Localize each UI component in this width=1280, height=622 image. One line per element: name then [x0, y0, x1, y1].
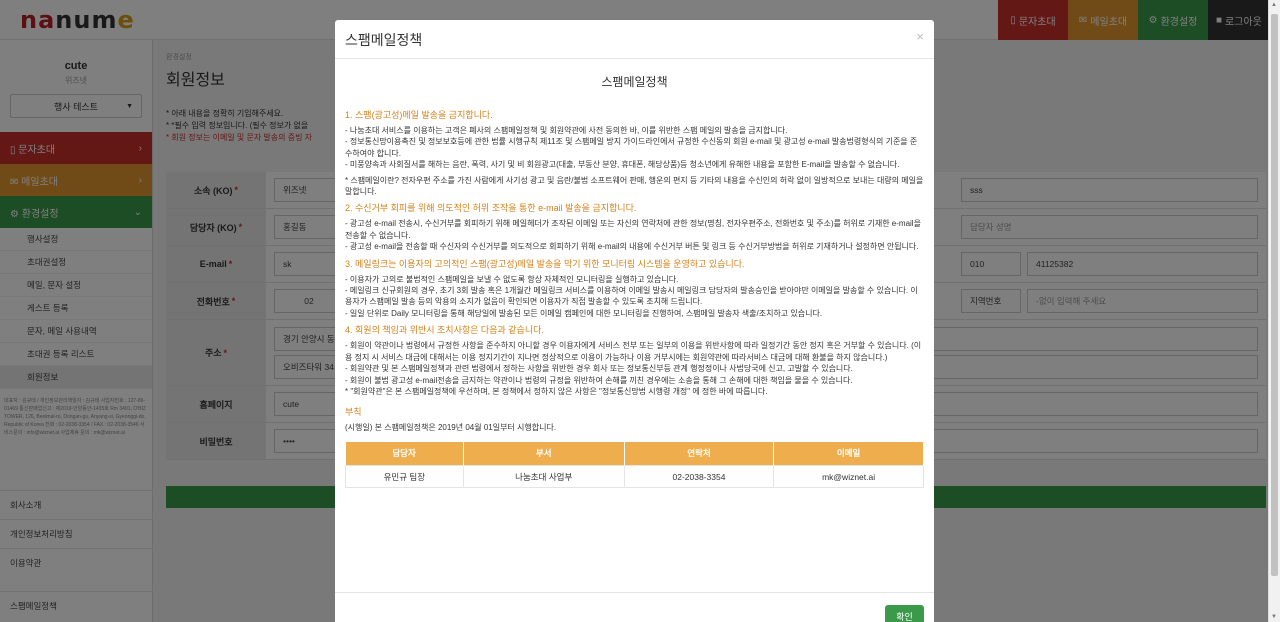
table-cell: 나눔초대 사업부 — [462, 465, 625, 489]
table-cell: mk@wiznet.ai — [773, 465, 924, 489]
table-row: 유민규 팀장 나눔초대 사업부 02-2038-3354 mk@wiznet.a… — [345, 465, 924, 489]
table-cell: 유민규 팀장 — [345, 465, 464, 489]
modal-title: 스팸메일정책 — [345, 32, 423, 48]
section-heading-1: 1. 스팸(광고성)메일 발송을 금지합니다. — [345, 110, 493, 120]
paragraph: - 광고성 e-mail 전송시, 수신거부를 회피하기 위해 메일헤더가 조작… — [345, 219, 921, 240]
paragraph: - 회원이 약관이나 법령에서 규정한 사항을 준수하지 아니할 경우 이용자에… — [345, 341, 922, 362]
paragraph: * "회원약관"은 본 스팸메일정책에 우선하며, 본 정책에서 정하지 않은 … — [345, 386, 768, 396]
section-heading-4: 4. 회원의 책임과 위반시 조치사항은 다음과 같습니다. — [345, 325, 544, 336]
paragraph: - 일일 단위로 Daily 모니터링을 통해 해당일에 발송된 모든 이메일 … — [345, 308, 823, 318]
scroll-up-icon[interactable]: ▲ — [1271, 2, 1277, 8]
column-header: 이메일 — [773, 441, 924, 466]
modal-body: 스팸메일정책 1. 스팸(광고성)메일 발송을 금지합니다. - 나눔초대 서비… — [335, 59, 934, 489]
paragraph: - 정보통신망이용촉진 및 정보보호등에 관한 법률 시행규칙 제11조 및 스… — [345, 137, 918, 158]
paragraph: - 이용자가 고의로 불법적인 스팸메일을 보낼 수 없도록 항상 자체적인 모… — [345, 274, 679, 284]
column-header: 부서 — [463, 441, 625, 466]
effective-date: (시행일) 본 스팸메일정책은 2019년 04월 01일부터 시행합니다. — [345, 423, 557, 433]
paragraph: - 회원약관 및 본 스팸메일정책과 관련 법령에서 정하는 사항을 위반한 경… — [345, 364, 853, 374]
contact-table: 담당자 부서 연락처 이메일 유민규 팀장 나눔초대 사업부 02-2038-3… — [345, 441, 924, 489]
document-title: 스팸메일정책 — [601, 75, 668, 89]
paragraph: * 스팸메일이란? 전자우편 주소를 가진 사람에게 사기성 광고 및 음란/불… — [345, 175, 924, 197]
close-icon[interactable]: × — [916, 29, 924, 44]
section-heading-2: 2. 수신거부 회피를 위해 의도적인 허위 조작을 통한 e-mail 발송을… — [345, 203, 637, 214]
column-header: 담당자 — [345, 441, 464, 466]
table-cell: 02-2038-3354 — [623, 465, 775, 489]
table-header-row: 담당자 부서 연락처 이메일 — [345, 441, 924, 466]
column-header: 연락처 — [624, 441, 775, 466]
appendix-heading: 부칙 — [345, 407, 362, 418]
paragraph: - 광고성 e-mail을 전송할 때 수신자의 수신거부를 의도적으로 회피하… — [345, 242, 919, 252]
modal-footer: 확인 — [335, 592, 934, 622]
scroll-down-icon[interactable]: ▼ — [1271, 614, 1277, 620]
paragraph: - 메일링크 신규회원의 경우, 초기 3회 발송 혹은 1개월간 메일링크 서… — [345, 286, 918, 307]
section-heading-3: 3. 메일링크는 이용자의 고의적인 스팸(광고성)메일 발송을 막기 위한 모… — [345, 258, 745, 269]
paragraph: - 나눔초대 서비스를 이용하는 고객은 폐사의 스팸메일정책 및 회원약관에 … — [345, 126, 788, 135]
page-scrollbar[interactable]: ▲ ▼ — [1268, 0, 1280, 622]
ok-button[interactable]: 확인 — [885, 605, 924, 622]
spam-policy-modal: 스팸메일정책 × 스팸메일정책 1. 스팸(광고성)메일 발송을 금지합니다. … — [335, 20, 934, 622]
modal-header: 스팸메일정책 × — [335, 20, 934, 59]
scrollbar-thumb[interactable] — [1271, 14, 1278, 576]
paragraph: - 미풍양속과 사회질서를 해하는 음란, 폭력, 사기 및 비 회원광고(대출… — [345, 160, 900, 170]
paragraph: - 회원이 불법 광고성 e-mail전송을 금지하는 약관이나 법령의 규정을… — [345, 375, 853, 385]
